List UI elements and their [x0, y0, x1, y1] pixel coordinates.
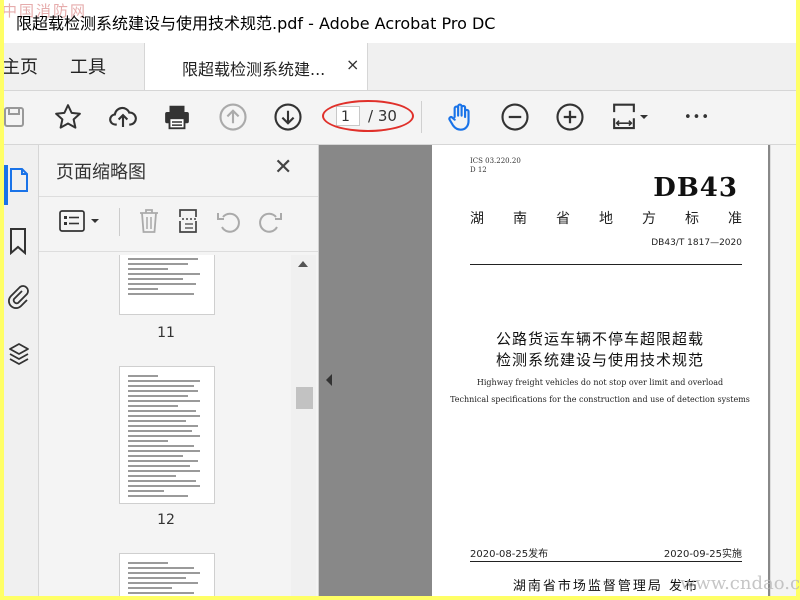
thumbnail-scrollbar-thumb[interactable]: [296, 387, 313, 409]
footer-rule: [470, 561, 742, 562]
title-bar: 中国消防网 限超载检测系统建设与使用技术规范.pdf - Adobe Acrob…: [4, 0, 796, 43]
pdf-page: ICS 03.220.20 D 12 DB43 湖 南 省 地 方 标 准 DB…: [432, 145, 768, 596]
province-standard-label: 湖 南 省 地 方 标 准: [470, 208, 742, 228]
document-title-en-line2: Technical specifications for the constru…: [450, 395, 750, 404]
toolbar-divider: [421, 101, 422, 133]
red-annotation-ellipse: [322, 100, 414, 132]
tab-home[interactable]: 主页: [4, 53, 38, 79]
header-rule: [470, 264, 742, 265]
document-tab-label: 限超载检测系统建...: [182, 60, 326, 79]
thumbnail-options-icon[interactable]: [57, 205, 89, 237]
thumbnail-page[interactable]: [119, 255, 215, 315]
next-page-icon[interactable]: [272, 101, 304, 133]
standard-number: DB43/T 1817—2020: [651, 238, 742, 248]
watermark-bottom: www.cndao.c: [680, 573, 800, 594]
bookmark-star-icon[interactable]: [52, 101, 84, 133]
tab-bar: 主页 工具 限超载检测系统建... ×: [4, 43, 796, 91]
panel-close-icon[interactable]: ✕: [274, 155, 292, 180]
main-toolbar: 1 / 30 •••: [4, 91, 796, 145]
page-thumbnails-panel: 页面缩略图 ✕ 11 12: [39, 145, 319, 596]
document-viewer: ICS 03.220.20 D 12 DB43 湖 南 省 地 方 标 准 DB…: [319, 145, 796, 596]
document-title-cn-line1: 公路货运车辆不停车超限超载: [495, 330, 704, 348]
panel-divider: [39, 196, 318, 197]
thumbnail-page-number: 11: [157, 325, 175, 341]
scroll-up-icon: [298, 261, 308, 267]
navigation-pane-rail: [4, 145, 39, 596]
more-tools-icon[interactable]: •••: [680, 101, 714, 133]
fit-dropdown-chevron-icon[interactable]: [636, 101, 652, 133]
document-title-cn-line2: 检测系统建设与使用技术规范: [495, 351, 704, 369]
province-char: 南: [513, 211, 527, 227]
extract-pages-icon[interactable]: [173, 205, 205, 237]
zoom-in-icon[interactable]: [554, 101, 586, 133]
province-char: 省: [556, 211, 570, 227]
layers-icon[interactable]: [7, 341, 31, 373]
rotate-right-icon[interactable]: [254, 205, 286, 237]
tab-tools[interactable]: 工具: [70, 53, 106, 79]
issue-date: 2020-08-25发布: [470, 549, 549, 560]
thumbnail-list: 11 12: [39, 255, 291, 596]
rotate-left-icon[interactable]: [213, 205, 245, 237]
print-icon[interactable]: [161, 101, 193, 133]
province-char: 湖: [470, 211, 484, 227]
thumbnail-options-chevron-icon[interactable]: [87, 205, 103, 237]
standard-code: DB43: [653, 173, 738, 203]
tab-document[interactable]: 限超载检测系统建... ×: [144, 43, 368, 90]
zoom-out-icon[interactable]: [499, 101, 531, 133]
previous-page-icon[interactable]: [217, 101, 249, 133]
thumbnail-scrollbar[interactable]: [291, 255, 316, 596]
attachments-icon[interactable]: [7, 283, 29, 315]
thumbnail-page[interactable]: [119, 553, 215, 596]
acrobat-window: 中国消防网 限超载检测系统建设与使用技术规范.pdf - Adobe Acrob…: [4, 0, 796, 596]
ics-code: ICS 03.220.20 D 12: [470, 157, 521, 175]
collapse-panel-icon[interactable]: [324, 373, 334, 387]
province-char: 方: [642, 211, 656, 227]
save-icon[interactable]: [4, 101, 30, 133]
document-title-en-line1: Highway freight vehicles do not stop ove…: [476, 378, 724, 387]
thumbnail-page-number: 12: [157, 512, 175, 528]
province-char: 地: [599, 211, 613, 227]
page-navigation: 1 / 30: [322, 100, 414, 132]
window-title: 限超载检测系统建设与使用技术规范.pdf - Adobe Acrobat Pro…: [16, 14, 496, 33]
ics-number: ICS 03.220.20: [470, 157, 521, 165]
panel-tool-divider: [119, 208, 120, 236]
delete-pages-icon[interactable]: [133, 205, 165, 237]
hand-tool-icon[interactable]: [444, 101, 476, 133]
effective-date: 2020-09-25实施: [663, 549, 742, 560]
page-thumbnails-icon[interactable]: [8, 167, 30, 197]
panel-divider: [39, 251, 318, 252]
bookmarks-icon[interactable]: [8, 227, 28, 259]
province-char: 准: [728, 211, 742, 227]
document-scrollbar[interactable]: [770, 145, 796, 596]
cloud-upload-icon[interactable]: [107, 101, 139, 133]
province-char: 标: [685, 211, 699, 227]
close-tab-icon[interactable]: ×: [346, 55, 359, 74]
thumbnail-page[interactable]: [119, 366, 215, 504]
ccs-number: D 12: [470, 166, 487, 174]
panel-title: 页面缩略图: [56, 162, 146, 183]
